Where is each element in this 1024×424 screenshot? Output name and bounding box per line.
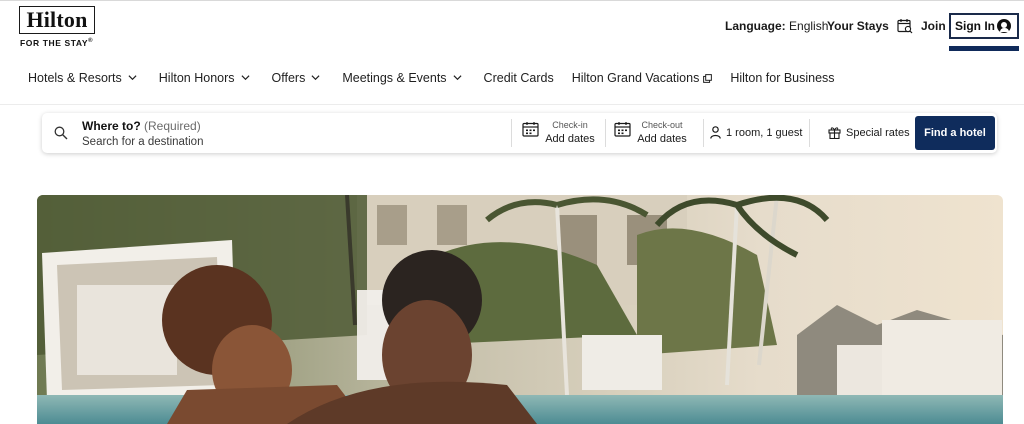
- nav-hilton-honors[interactable]: Hilton Honors: [159, 71, 250, 85]
- chevron-down-icon: [241, 74, 250, 80]
- top-border: [0, 0, 1024, 1]
- nav-label: Offers: [271, 71, 306, 85]
- chevron-down-icon: [453, 74, 462, 80]
- your-stays-label: Your Stays: [827, 19, 889, 33]
- nav-hilton-grand-vacations[interactable]: Hilton Grand Vacations: [572, 71, 713, 85]
- nav-label: Hilton Honors: [158, 71, 235, 85]
- check-out-label: Check-out: [641, 120, 683, 130]
- logo-box: Hilton: [19, 6, 95, 34]
- language-value: English: [789, 19, 829, 33]
- nav-label: Hilton for Business: [730, 71, 835, 85]
- person-icon: [710, 126, 721, 139]
- check-in-label: Check-in: [552, 120, 588, 130]
- where-to-title: Where to?: [82, 119, 141, 133]
- search-divider: [511, 119, 512, 147]
- nav-divider: [0, 104, 1024, 105]
- logo-tagline: FOR THE STAY®: [20, 38, 94, 48]
- check-out-field[interactable]: Check-out Add dates: [614, 120, 694, 146]
- hotel-search-bar: Where to? (Required) Search for a destin…: [42, 113, 997, 153]
- check-in-value: Add dates: [545, 133, 595, 145]
- nav-credit-cards[interactable]: Credit Cards: [484, 71, 554, 85]
- hilton-logo[interactable]: Hilton FOR THE STAY®: [19, 6, 97, 50]
- external-link-icon: [703, 73, 713, 83]
- sign-in-label: Sign In: [955, 19, 995, 33]
- destination-input[interactable]: Search for a destination: [82, 136, 203, 148]
- search-divider: [605, 119, 606, 147]
- search-icon: [54, 126, 68, 140]
- required-hint: (Required): [144, 119, 201, 133]
- join-link[interactable]: Join: [921, 14, 946, 38]
- nav-meetings-events[interactable]: Meetings & Events: [342, 71, 462, 85]
- nav-label: Hilton Grand Vacations: [571, 71, 700, 85]
- user-avatar-icon: [997, 19, 1011, 33]
- gift-icon: [828, 127, 841, 139]
- sign-in-accent-bar: [949, 46, 1019, 51]
- your-stays-link[interactable]: Your Stays: [827, 14, 913, 38]
- calendar-icon: [614, 122, 631, 137]
- nav-offers[interactable]: Offers: [272, 71, 321, 85]
- language-selector[interactable]: Language: English: [725, 14, 828, 38]
- search-divider: [809, 119, 810, 147]
- nav-label: Credit Cards: [483, 71, 554, 85]
- logo-wordmark: Hilton: [26, 7, 88, 32]
- destination-label: Where to? (Required): [82, 119, 201, 133]
- special-rates-label: Special rates: [846, 126, 910, 139]
- rooms-guests-value: 1 room, 1 guest: [726, 126, 803, 139]
- calendar-icon: [522, 122, 539, 137]
- calendar-search-icon: [897, 19, 913, 34]
- rooms-guests-selector[interactable]: 1 room, 1 guest: [710, 126, 802, 139]
- hero-image: [37, 195, 1003, 424]
- search-divider: [703, 119, 704, 147]
- language-label: Language:: [725, 19, 786, 33]
- nav-label: Hotels & Resorts: [28, 71, 122, 85]
- check-in-field[interactable]: Check-in Add dates: [522, 120, 602, 146]
- main-nav: Hotels & Resorts Hilton Honors Offers Me…: [28, 69, 835, 87]
- nav-label: Meetings & Events: [342, 71, 447, 85]
- chevron-down-icon: [128, 74, 137, 80]
- find-hotel-button[interactable]: Find a hotel: [915, 116, 995, 150]
- nav-hilton-for-business[interactable]: Hilton for Business: [730, 71, 834, 85]
- sign-in-button[interactable]: Sign In: [949, 13, 1019, 39]
- chevron-down-icon: [311, 74, 320, 80]
- nav-hotels-resorts[interactable]: Hotels & Resorts: [28, 71, 137, 85]
- special-rates-selector[interactable]: Special rates: [828, 126, 910, 139]
- check-out-value: Add dates: [637, 133, 687, 145]
- resort-pool-photo: [37, 195, 1003, 424]
